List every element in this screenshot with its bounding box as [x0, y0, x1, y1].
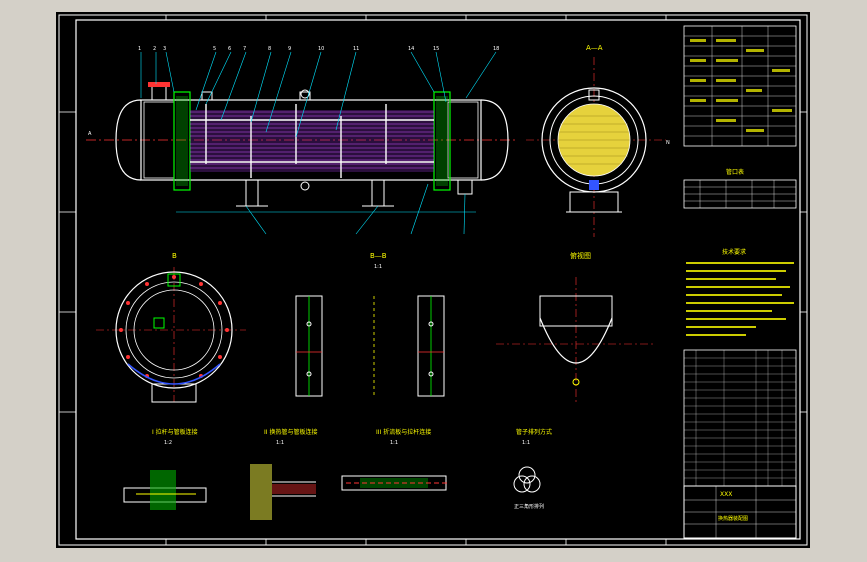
svg-text:10: 10 — [318, 46, 324, 52]
section-a-a-view: A—A N — [526, 44, 670, 237]
front-view-label: 俯视图 — [570, 251, 591, 260]
right-tables: 管口表 技术要求 XXX 换热器装配图 — [683, 25, 797, 539]
svg-text:9: 9 — [288, 46, 291, 52]
svg-text:3: 3 — [163, 46, 166, 52]
detail-4-caption: 正三角形排列 — [514, 503, 544, 510]
detail-3-title: III 折流板与拉杆连接 — [376, 428, 431, 436]
title-block-drawing-name: 换热器装配图 — [718, 515, 748, 522]
top-view: 俯视图 — [496, 251, 656, 402]
detail-4-title: 管子排列方式 — [516, 428, 552, 436]
drawing-svg: 1 2 3 5 6 7 8 9 10 11 14 15 18 A A—A N B B—B… — [58, 14, 808, 546]
title-block-company: XXX — [720, 491, 732, 498]
svg-text:A: A — [88, 131, 92, 137]
section-b-label: B—B — [370, 252, 387, 260]
svg-text:11: 11 — [353, 46, 359, 52]
main-elevation-view: 1 2 3 5 6 7 8 9 10 11 14 15 18 A — [86, 46, 516, 235]
svg-text:5: 5 — [213, 46, 216, 52]
section-b-scale: 1:1 — [374, 264, 382, 270]
nozzle-table-title: 管口表 — [726, 168, 744, 176]
svg-text:2: 2 — [153, 46, 156, 52]
svg-text:1: 1 — [138, 46, 141, 52]
section-b-b-view: B—B 1:1 — [295, 252, 445, 398]
detail-2-title: II 换热管与管板连接 — [264, 428, 317, 436]
cad-viewport[interactable]: 1 2 3 5 6 7 8 9 10 11 14 15 18 A A—A N B B—B… — [0, 0, 867, 562]
svg-text:14: 14 — [408, 46, 414, 52]
view-b-flange: B — [96, 252, 246, 403]
detail-1-scale: 1:2 — [164, 440, 172, 446]
detail-1-title: I 拉杆与管板连接 — [152, 428, 198, 436]
detail-3-scale: 1:1 — [390, 440, 398, 446]
svg-text:15: 15 — [433, 46, 439, 52]
svg-text:N: N — [666, 140, 670, 146]
section-a-label: A—A — [586, 44, 603, 52]
detail-2-scale: 1:1 — [276, 440, 284, 446]
svg-text:18: 18 — [493, 46, 499, 52]
svg-text:8: 8 — [268, 46, 271, 52]
view-b-label: B — [172, 252, 177, 260]
svg-text:7: 7 — [243, 46, 246, 52]
svg-text:6: 6 — [228, 46, 231, 52]
drawing-sheet: 1 2 3 5 6 7 8 9 10 11 14 15 18 A A—A N B B—B… — [56, 12, 810, 548]
detail-views: I 拉杆与管板连接 1:2 II 换热管与管板连接 1:1 III 折流板与拉杆… — [123, 428, 552, 520]
tech-notes-title: 技术要求 — [722, 248, 746, 256]
detail-4-scale: 1:1 — [522, 440, 530, 446]
